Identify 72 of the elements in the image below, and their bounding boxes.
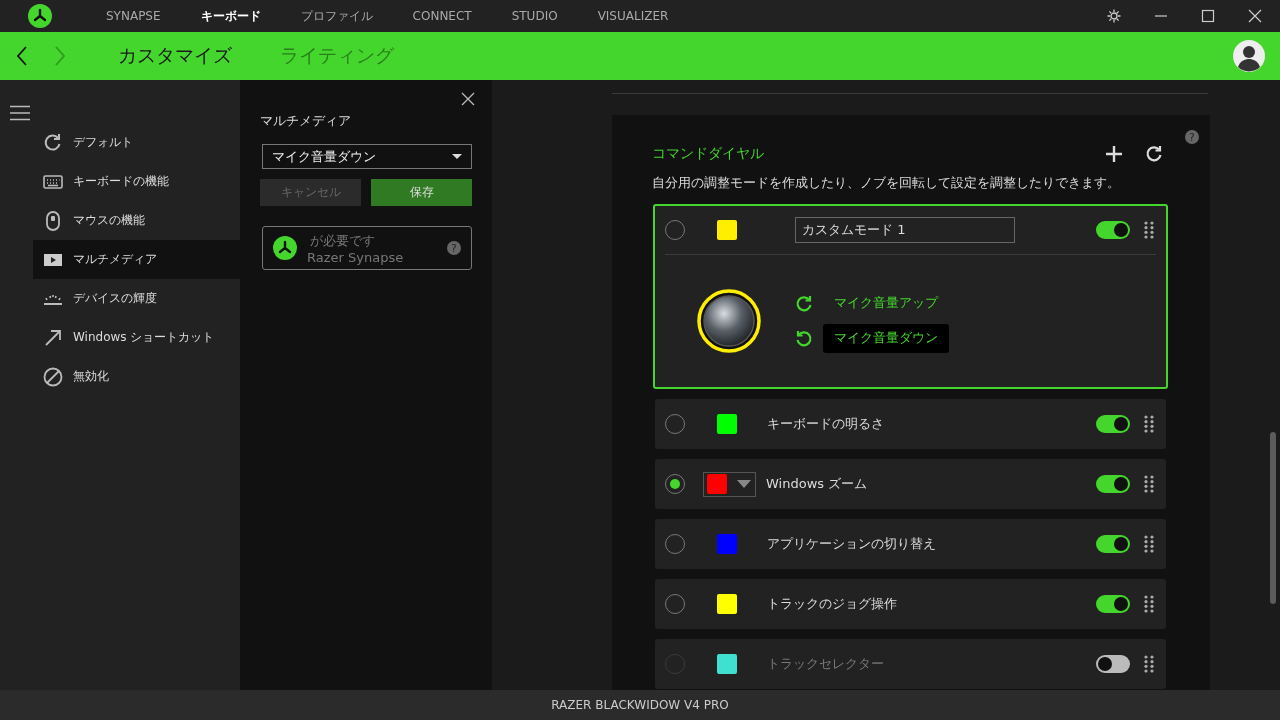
close-icon[interactable]: [1248, 9, 1262, 23]
nav-tab[interactable]: プロファイル: [280, 0, 393, 32]
drag-handle-icon[interactable]: [1144, 475, 1154, 493]
toggle-switch[interactable]: [1096, 415, 1130, 433]
section-title: コマンドダイヤル: [652, 145, 764, 163]
dial-action[interactable]: マイク音量アップ: [823, 289, 949, 318]
refresh-icon[interactable]: [1145, 145, 1163, 163]
panel-title: マルチメディア: [260, 112, 352, 130]
drag-handle-icon[interactable]: [1144, 221, 1154, 239]
mode-name: トラックのジョグ操作: [767, 595, 898, 613]
nav-tab[interactable]: SYNAPSE: [86, 0, 181, 32]
sub-tab[interactable]: カスタマイズ: [118, 43, 232, 69]
maximize-icon[interactable]: [1201, 9, 1215, 23]
nav-tab[interactable]: STUDIO: [491, 0, 578, 32]
toggle-switch[interactable]: [1096, 655, 1130, 673]
sidebar-item[interactable]: キーボードの機能: [33, 162, 240, 201]
close-icon[interactable]: [461, 92, 475, 106]
sidebar-item[interactable]: デバイスの輝度: [33, 279, 240, 318]
dial-action[interactable]: マイク音量ダウン: [823, 324, 949, 353]
mode-card[interactable]: カスタムモード 1 マイク音量アップ マイク音量ダウン: [653, 204, 1168, 389]
clockwise-arrow-icon: [795, 294, 813, 313]
mode-name: Windows ズーム: [766, 475, 869, 493]
plus-icon[interactable]: [1105, 145, 1123, 163]
color-swatch[interactable]: [717, 654, 737, 674]
color-swatch[interactable]: [717, 534, 737, 554]
sidebar-item[interactable]: Windows ショートカット: [33, 318, 240, 357]
razer-logo-icon: [28, 4, 52, 28]
color-swatch[interactable]: [717, 414, 737, 434]
mode-row[interactable]: キーボードの明るさ: [655, 399, 1166, 449]
device-name: RAZER BLACKWIDOW V4 PRO: [551, 698, 729, 712]
description-text: 自分用の調整モードを作成したり、ノブを回転して設定を調整したりできます。: [652, 175, 1121, 192]
sidebar-item[interactable]: 無効化: [33, 357, 240, 396]
nav-tab[interactable]: CONNECT: [392, 0, 492, 32]
toggle-switch[interactable]: [1096, 535, 1130, 553]
mode-name: キーボードの明るさ: [767, 415, 885, 433]
sidebar-item[interactable]: マウスの機能: [33, 201, 240, 240]
nav-tab[interactable]: VISUALIZER: [577, 0, 689, 32]
mode-name-field[interactable]: カスタムモード 1: [795, 217, 1015, 243]
action-dropdown[interactable]: マイク音量ダウン: [262, 144, 472, 169]
drag-handle-icon[interactable]: [1144, 655, 1154, 673]
toggle-switch[interactable]: [1096, 595, 1130, 613]
color-swatch[interactable]: [717, 594, 737, 614]
razer-logo-icon: [273, 236, 297, 260]
mode-name: トラックセレクター: [767, 655, 885, 673]
save-button[interactable]: 保存: [371, 179, 472, 206]
refresh-icon: [43, 132, 63, 153]
notice-text: が必要です: [309, 231, 376, 250]
menu-icon[interactable]: [10, 105, 30, 121]
nav-tab[interactable]: キーボード: [180, 0, 281, 32]
caret-icon: [452, 154, 462, 159]
drag-handle-icon[interactable]: [1144, 415, 1154, 433]
caret-icon: [737, 480, 751, 488]
counterclockwise-arrow-icon: [795, 329, 813, 348]
diagonal-arrow-icon: [43, 327, 63, 348]
mode-row[interactable]: アプリケーションの切り替え: [655, 519, 1166, 569]
avatar-icon[interactable]: [1233, 40, 1265, 72]
toggle-switch[interactable]: [1096, 475, 1130, 493]
sidebar-item[interactable]: デフォルト: [33, 123, 240, 162]
settings-icon[interactable]: [1107, 9, 1121, 23]
mode-row[interactable]: トラックのジョグ操作: [655, 579, 1166, 629]
color-dropdown[interactable]: [703, 471, 756, 497]
mode-row[interactable]: Windows ズーム: [655, 459, 1166, 509]
color-swatch[interactable]: [717, 220, 737, 240]
toggle-switch[interactable]: [1096, 221, 1130, 239]
mode-name: アプリケーションの切り替え: [767, 535, 937, 553]
prohibited-icon: [43, 366, 63, 387]
notice-text: Razer Synapse: [307, 249, 405, 265]
drag-handle-icon[interactable]: [1144, 535, 1154, 553]
drag-handle-icon[interactable]: [1144, 595, 1154, 613]
mode-row[interactable]: トラックセレクター: [655, 639, 1166, 689]
mouse-icon: [43, 210, 63, 231]
sidebar-item[interactable]: マルチメディア: [33, 240, 240, 279]
